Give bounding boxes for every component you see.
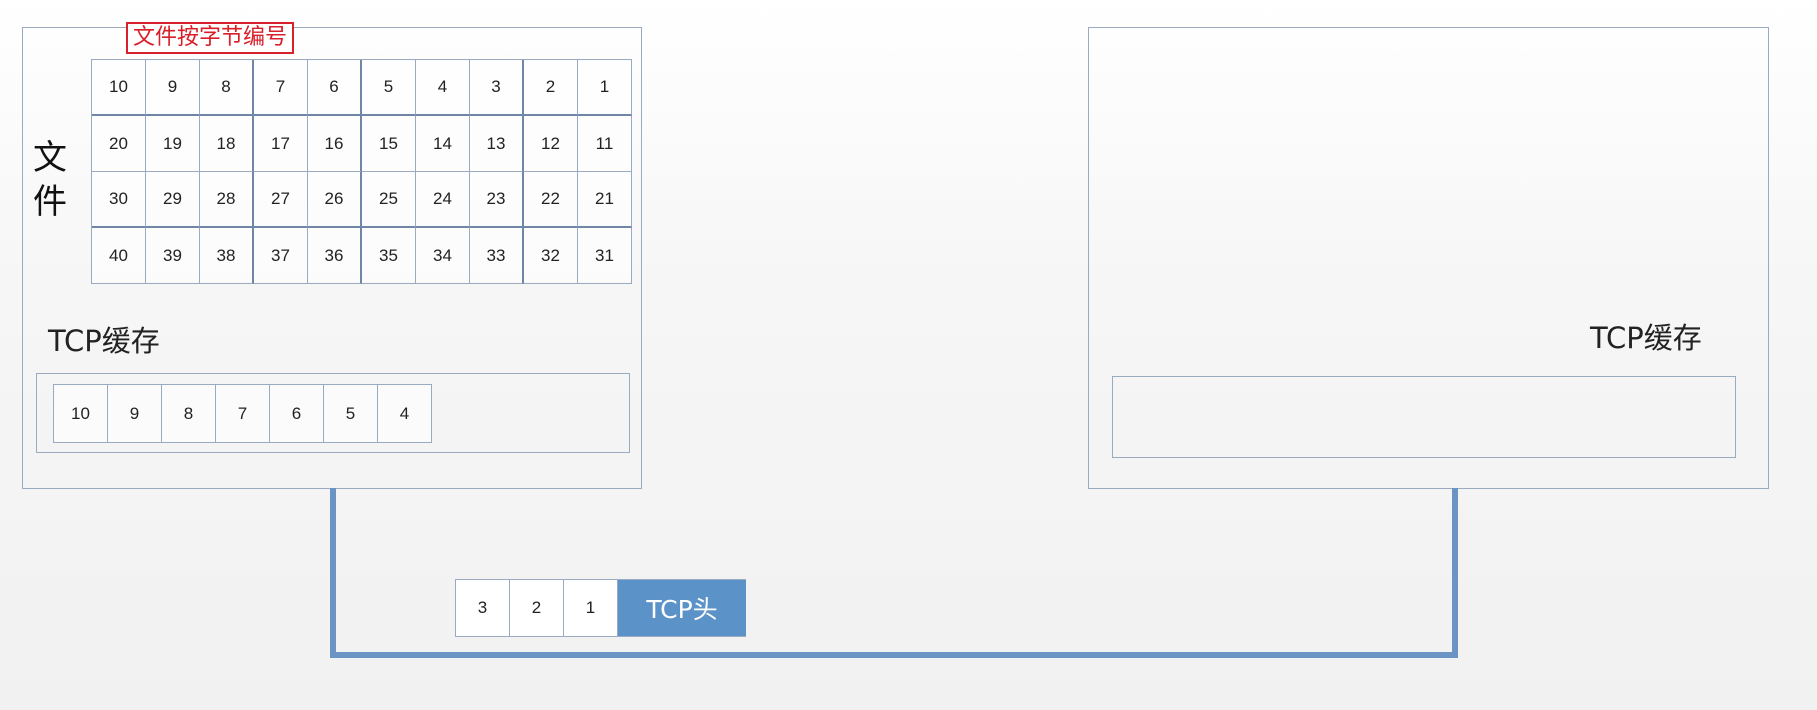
file-byte-cell: 35 [362, 228, 416, 284]
file-byte-cell: 17 [254, 116, 308, 172]
file-byte-cell: 20 [92, 116, 146, 172]
file-byte-cell: 25 [362, 172, 416, 228]
file-byte-cell: 29 [146, 172, 200, 228]
file-byte-cell: 7 [254, 60, 308, 116]
file-byte-cell: 19 [146, 116, 200, 172]
file-byte-cell: 16 [308, 116, 362, 172]
network-link-left [330, 488, 336, 658]
network-link-right [1452, 488, 1458, 658]
file-byte-cell: 26 [308, 172, 362, 228]
buffer-byte-cell: 5 [324, 385, 378, 442]
file-byte-cell: 14 [416, 116, 470, 172]
file-byte-cell: 40 [92, 228, 146, 284]
file-byte-cell: 6 [308, 60, 362, 116]
file-byte-cell: 13 [470, 116, 524, 172]
buffer-byte-cell: 4 [378, 385, 432, 442]
buffer-byte-cell: 7 [216, 385, 270, 442]
file-byte-cell: 1 [578, 60, 632, 116]
file-byte-cell: 12 [524, 116, 578, 172]
byte-numbering-annotation: 文件按字节编号 [126, 22, 295, 54]
file-byte-cell: 10 [92, 60, 146, 116]
network-link-bottom [330, 652, 1458, 658]
segment-byte-cell: 1 [564, 580, 618, 636]
file-byte-cell: 5 [362, 60, 416, 116]
file-byte-cell: 4 [416, 60, 470, 116]
receiver-tcp-cache-label: TCP缓存 [1590, 321, 1702, 355]
file-byte-cell: 31 [578, 228, 632, 284]
buffer-byte-cell: 6 [270, 385, 324, 442]
file-label: 文件 [33, 138, 67, 222]
buffer-byte-cell: 9 [108, 385, 162, 442]
file-byte-cell: 11 [578, 116, 632, 172]
segment-byte-cell: 2 [510, 580, 564, 636]
segment-byte-cell: 3 [456, 580, 510, 636]
buffer-byte-cell: 8 [162, 385, 216, 442]
file-byte-cell: 39 [146, 228, 200, 284]
buffer-byte-cell: 10 [54, 385, 108, 442]
file-byte-cell: 18 [200, 116, 254, 172]
file-byte-cell: 9 [146, 60, 200, 116]
file-byte-cell: 22 [524, 172, 578, 228]
file-byte-cell: 24 [416, 172, 470, 228]
file-byte-cell: 28 [200, 172, 254, 228]
sender-buffer-bytes: 10 9 8 7 6 5 4 [53, 384, 432, 443]
file-byte-cell: 32 [524, 228, 578, 284]
file-byte-cell: 33 [470, 228, 524, 284]
receiver-tcp-buffer [1112, 376, 1736, 458]
file-byte-cell: 23 [470, 172, 524, 228]
file-byte-cell: 21 [578, 172, 632, 228]
file-byte-cell: 37 [254, 228, 308, 284]
file-byte-cell: 2 [524, 60, 578, 116]
file-byte-cell: 3 [470, 60, 524, 116]
tcp-header: TCP头 [618, 580, 746, 636]
file-byte-cell: 38 [200, 228, 254, 284]
file-byte-cell: 36 [308, 228, 362, 284]
file-byte-cell: 8 [200, 60, 254, 116]
file-byte-cell: 34 [416, 228, 470, 284]
file-byte-cell: 27 [254, 172, 308, 228]
tcp-segment: 3 2 1 TCP头 [455, 579, 746, 637]
sender-tcp-cache-label: TCP缓存 [48, 324, 160, 358]
file-byte-grid: 10 9 8 7 6 5 4 3 2 1 20 19 18 17 16 15 14 13 12 11 30 29 28 27 2… [91, 59, 632, 284]
file-byte-cell: 30 [92, 172, 146, 228]
file-byte-cell: 15 [362, 116, 416, 172]
